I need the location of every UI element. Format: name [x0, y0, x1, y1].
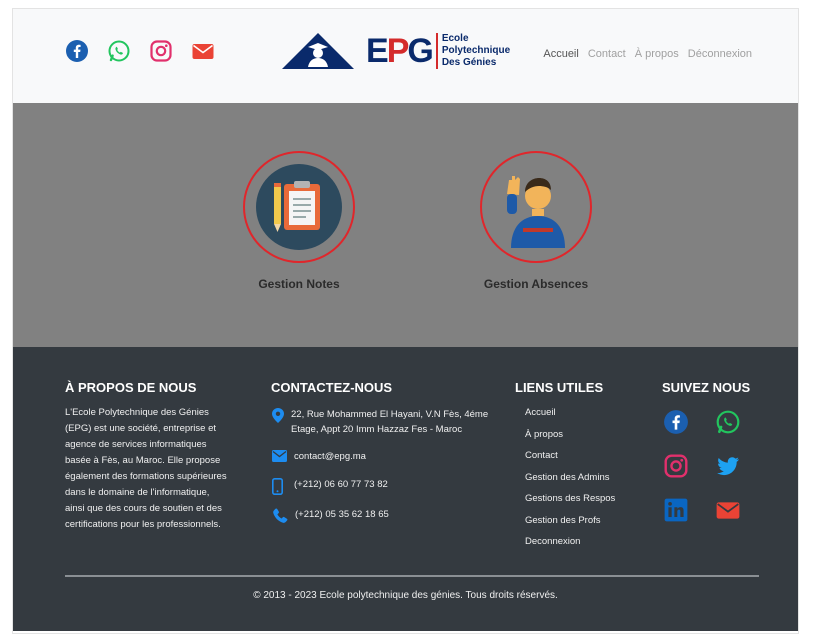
follow-title: SUIVEZ NOUS [662, 380, 751, 395]
epg-logo[interactable]: EPG Ecole Polytechnique Des Génies [280, 31, 510, 71]
footer-link-gestion-profs[interactable]: Gestion des Profs [525, 513, 615, 535]
waving-person-icon [507, 176, 565, 248]
whatsapp-icon[interactable] [107, 39, 131, 63]
header-social-links [65, 39, 215, 63]
mobile-phone-icon [272, 478, 283, 495]
instagram-icon[interactable] [663, 453, 689, 479]
facebook-icon[interactable] [663, 409, 689, 435]
logo-acronym: EPG [366, 32, 434, 70]
footer-divider [65, 575, 759, 577]
about-title: À PROPOS DE NOUS [65, 380, 197, 395]
nav-a-propos[interactable]: À propos [635, 48, 679, 60]
logo-school-name: Ecole Polytechnique Des Génies [441, 33, 511, 68]
contact-phone-landline[interactable]: (+212) 05 35 62 18 65 [272, 507, 389, 524]
instagram-icon[interactable] [149, 39, 173, 63]
gestion-absences-button[interactable] [480, 151, 592, 263]
main-nav: Accueil Contact À propos Déconnexion [543, 48, 752, 60]
twitter-icon[interactable] [715, 453, 741, 479]
footer-link-contact[interactable]: Contact [525, 448, 615, 470]
contact-phone-mobile[interactable]: (+212) 06 60 77 73 82 [272, 477, 388, 495]
contact-title: CONTACTEZ-NOUS [271, 380, 393, 395]
contact-email[interactable]: contact@epg.ma [272, 449, 366, 464]
linkedin-icon[interactable] [663, 497, 689, 523]
gestion-notes-button[interactable] [243, 151, 355, 263]
tile-label: Gestion Absences [483, 277, 589, 291]
nav-deconnexion[interactable]: Déconnexion [688, 48, 752, 60]
footer-social-links [663, 409, 767, 523]
nav-contact[interactable]: Contact [588, 48, 626, 60]
dashboard-area: Gestion Notes Gestion Absences [13, 103, 798, 347]
phone-icon [273, 508, 288, 523]
footer-link-gestion-admins[interactable]: Gestion des Admins [525, 470, 615, 492]
useful-links: Accueil À propos Contact Gestion des Adm… [525, 405, 615, 556]
footer: À PROPOS DE NOUS L'Ecole Polytechnique d… [13, 347, 798, 631]
about-text: L'Ecole Polytechnique des Génies (EPG) e… [65, 407, 227, 530]
footer-link-accueil[interactable]: Accueil [525, 405, 615, 427]
logo-triangle-mark [282, 33, 354, 69]
nav-accueil[interactable]: Accueil [543, 48, 578, 60]
links-title: LIENS UTILES [515, 380, 604, 395]
email-icon[interactable] [191, 39, 215, 63]
footer-link-a-propos[interactable]: À propos [525, 427, 615, 449]
contact-address: 22, Rue Mohammed El Hayani, V.N Fès, 4ém… [272, 407, 502, 437]
email-icon[interactable] [715, 497, 741, 523]
footer-link-deconnexion[interactable]: Deconnexion [525, 534, 615, 556]
envelope-icon [272, 450, 287, 462]
tile-gestion-notes[interactable]: Gestion Notes [239, 151, 359, 291]
whatsapp-icon[interactable] [715, 409, 741, 435]
facebook-icon[interactable] [65, 39, 89, 63]
footer-link-gestion-respos[interactable]: Gestions des Respos [525, 491, 615, 513]
tile-gestion-absences[interactable]: Gestion Absences [476, 151, 596, 291]
tile-label: Gestion Notes [258, 277, 340, 291]
map-pin-icon [272, 408, 284, 423]
clipboard-icon [256, 164, 342, 250]
copyright-text: © 2013 - 2023 Ecole polytechnique des gé… [253, 590, 558, 601]
header: EPG Ecole Polytechnique Des Génies Accue… [13, 9, 798, 103]
